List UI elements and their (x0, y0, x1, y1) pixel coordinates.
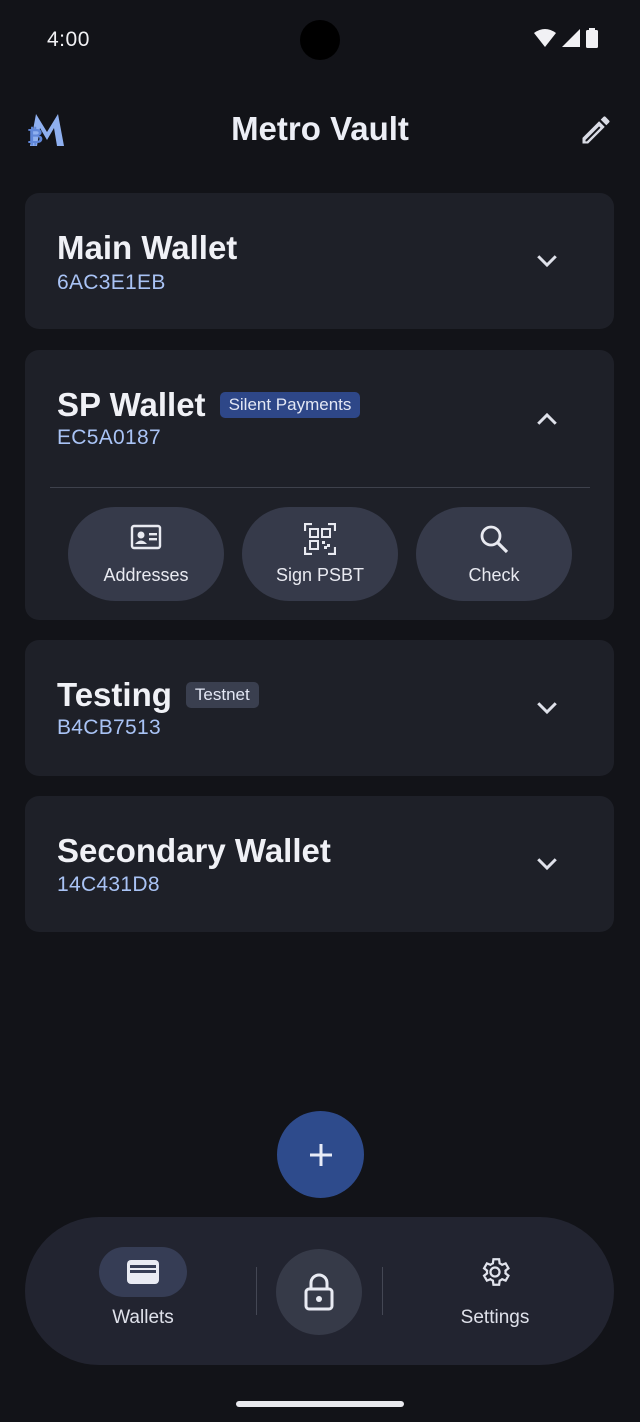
home-indicator (236, 1401, 404, 1407)
chevron-down-icon[interactable] (532, 848, 562, 878)
wallet-fingerprint: EC5A0187 (57, 426, 161, 449)
chevron-down-icon[interactable] (532, 245, 562, 275)
nav-wallets-label: Wallets (112, 1307, 174, 1328)
wallet-card-testing[interactable]: Testing Testnet B4CB7513 (25, 640, 614, 776)
bottom-navigation: Wallets Settings (25, 1217, 614, 1365)
nav-settings-label: Settings (460, 1307, 530, 1328)
testnet-badge: Testnet (185, 682, 259, 708)
battery-icon (586, 28, 598, 48)
wallet-icon (127, 1260, 159, 1284)
app-title: Metro Vault (231, 110, 409, 147)
nav-separator (382, 1267, 383, 1315)
qr-code-icon (304, 523, 336, 555)
wallet-fingerprint: B4CB7513 (57, 716, 161, 739)
wallet-card-sp[interactable]: SP Wallet Silent Payments EC5A0187 Addre… (25, 350, 614, 620)
wallet-name: Main Wallet (57, 229, 238, 266)
check-label: Check (468, 565, 520, 585)
addresses-label: Addresses (103, 565, 189, 585)
wallet-fingerprint: 6AC3E1EB (57, 271, 166, 294)
sign-psbt-label: Sign PSBT (275, 565, 365, 585)
lock-icon (304, 1273, 334, 1311)
wallet-name: Testing (57, 676, 172, 713)
app-bar: ₿ Metro Vault (0, 92, 640, 170)
wallet-name: SP Wallet (57, 386, 206, 423)
gear-icon (482, 1258, 510, 1286)
divider (50, 487, 590, 488)
contact-card-icon (130, 524, 162, 550)
wallet-card-secondary[interactable]: Secondary Wallet 14C431D8 (25, 796, 614, 932)
status-icons (534, 28, 598, 48)
chevron-up-icon[interactable] (532, 405, 562, 435)
wallet-fingerprint: 14C431D8 (57, 873, 160, 896)
wifi-icon (534, 29, 556, 47)
wallet-name: Secondary Wallet (57, 832, 331, 869)
chevron-down-icon[interactable] (532, 692, 562, 722)
check-button[interactable]: Check (416, 507, 572, 601)
wallet-card-main[interactable]: Main Wallet 6AC3E1EB (25, 193, 614, 329)
camera-cutout (300, 20, 340, 60)
lock-button[interactable] (276, 1249, 362, 1335)
status-bar: 4:00 (0, 0, 640, 80)
silent-payments-badge: Silent Payments (219, 392, 361, 418)
sign-psbt-button[interactable]: Sign PSBT (242, 507, 398, 601)
signal-icon (562, 29, 580, 47)
status-time: 4:00 (47, 28, 90, 51)
addresses-button[interactable]: Addresses (68, 507, 224, 601)
edit-button[interactable] (578, 112, 614, 148)
pencil-icon (582, 116, 610, 144)
plus-icon (309, 1143, 332, 1166)
nav-settings[interactable]: Settings (445, 1247, 545, 1329)
add-wallet-button[interactable] (277, 1111, 364, 1198)
nav-separator (256, 1267, 257, 1315)
search-icon (480, 525, 509, 554)
nav-wallets[interactable]: Wallets (98, 1247, 188, 1329)
